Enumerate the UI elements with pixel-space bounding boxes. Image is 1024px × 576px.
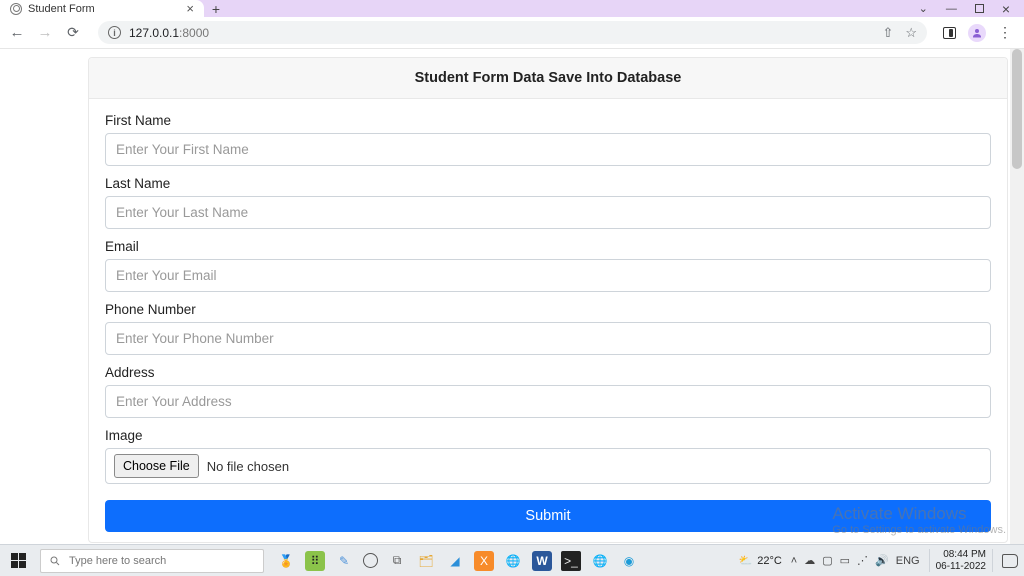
phone-input[interactable] [105, 322, 991, 355]
xampp-icon[interactable]: X [474, 551, 494, 571]
search-placeholder: Type here to search [69, 555, 166, 567]
email-label: Email [105, 239, 991, 254]
volume-icon[interactable]: 🔊 [875, 554, 889, 567]
last-name-label: Last Name [105, 176, 991, 191]
maximize-icon[interactable] [975, 4, 984, 13]
taskbar-search[interactable]: Type here to search [40, 549, 264, 573]
meet-now-icon[interactable]: ▢ [822, 554, 832, 567]
weather-temp: 22°C [757, 555, 782, 567]
windows-icon [11, 553, 26, 568]
file-explorer-icon[interactable]: 🗂 [416, 551, 436, 571]
tray-app-icon[interactable]: ✎ [334, 551, 354, 571]
url-port: :8000 [179, 26, 209, 40]
weather-widget[interactable]: ⛅ 22°C [739, 554, 782, 567]
notification-icon[interactable] [1002, 554, 1018, 568]
card-heading: Student Form Data Save Into Database [89, 58, 1007, 99]
chevron-down-icon[interactable]: ⌄ [919, 2, 928, 15]
window-controls: ⌄ — × [905, 0, 1024, 17]
battery-icon[interactable]: ▭ [840, 554, 850, 567]
address-label: Address [105, 365, 991, 380]
taskbar-pinned: 🏅 ⠿ ✎ ⧉ 🗂 ◢ X 🌐 W >_ 🌐 ◉ [268, 551, 647, 571]
profile-avatar[interactable] [968, 24, 986, 42]
word-icon[interactable]: W [532, 551, 552, 571]
share-icon[interactable]: ⇧ [882, 25, 893, 41]
taskbar: Type here to search 🏅 ⠿ ✎ ⧉ 🗂 ◢ X 🌐 W >_… [0, 544, 1024, 576]
first-name-label: First Name [105, 113, 991, 128]
menu-icon[interactable]: ⋮ [998, 24, 1012, 41]
new-tab-button[interactable]: + [204, 0, 228, 17]
url-text: 127.0.0.1:8000 [129, 26, 209, 40]
submit-button[interactable]: Submit [105, 500, 991, 532]
back-button[interactable]: ← [8, 24, 26, 41]
browser-toolbar: ← → ⟳ i 127.0.0.1:8000 ⇧ ☆ ⋮ [0, 17, 1024, 49]
close-window-icon[interactable]: × [1002, 1, 1010, 17]
chrome-icon[interactable]: 🌐 [590, 551, 610, 571]
weather-icon: ⛅ [739, 554, 753, 567]
form-card: Student Form Data Save Into Database Fir… [88, 57, 1008, 543]
forward-button[interactable]: → [36, 24, 54, 41]
language-indicator[interactable]: ENG [896, 555, 920, 567]
tab-title: Student Form [28, 3, 180, 15]
email-input[interactable] [105, 259, 991, 292]
chevron-up-icon[interactable]: ˄ [791, 555, 797, 567]
system-tray[interactable]: ˄ ☁ ▢ ▭ ⋰ 🔊 ENG [791, 554, 920, 567]
reload-button[interactable]: ⟳ [64, 24, 82, 41]
terminal-icon[interactable]: >_ [561, 551, 581, 571]
tray-app-icon[interactable]: 🏅 [276, 551, 296, 571]
task-view-icon[interactable]: ⧉ [387, 551, 407, 571]
vscode-icon[interactable]: ◢ [445, 551, 465, 571]
tray-app-icon[interactable]: ⠿ [305, 551, 325, 571]
globe-icon [10, 3, 22, 15]
clock-time: 08:44 PM [936, 549, 986, 561]
address-bar[interactable]: i 127.0.0.1:8000 ⇧ ☆ [98, 21, 927, 44]
vertical-scrollbar[interactable] [1010, 49, 1024, 544]
url-host: 127.0.0.1 [129, 26, 179, 40]
cortana-icon[interactable] [363, 553, 378, 568]
minimize-icon[interactable]: — [946, 3, 957, 15]
file-status: No file chosen [207, 459, 289, 474]
page-viewport: Student Form Data Save Into Database Fir… [0, 49, 1024, 544]
search-icon [49, 555, 61, 567]
image-file-input[interactable]: Choose File No file chosen [105, 448, 991, 484]
choose-file-button[interactable]: Choose File [114, 454, 199, 478]
bookmark-icon[interactable]: ☆ [905, 25, 917, 41]
wifi-icon[interactable]: ⋰ [857, 554, 868, 567]
last-name-input[interactable] [105, 196, 991, 229]
onedrive-icon[interactable]: ☁ [804, 554, 815, 567]
phone-label: Phone Number [105, 302, 991, 317]
edge-icon[interactable]: ◉ [619, 551, 639, 571]
image-label: Image [105, 428, 991, 443]
side-panel-icon[interactable] [943, 27, 956, 39]
scrollbar-thumb[interactable] [1012, 49, 1022, 169]
address-input[interactable] [105, 385, 991, 418]
chrome-icon[interactable]: 🌐 [503, 551, 523, 571]
browser-titlebar: Student Form × + ⌄ — × [0, 0, 1024, 17]
clock[interactable]: 08:44 PM 06-11-2022 [929, 549, 993, 572]
first-name-input[interactable] [105, 133, 991, 166]
browser-tab-active[interactable]: Student Form × [0, 0, 204, 17]
clock-date: 06-11-2022 [936, 561, 986, 573]
start-button[interactable] [0, 545, 36, 576]
close-icon[interactable]: × [186, 1, 194, 16]
site-info-icon[interactable]: i [108, 26, 121, 39]
